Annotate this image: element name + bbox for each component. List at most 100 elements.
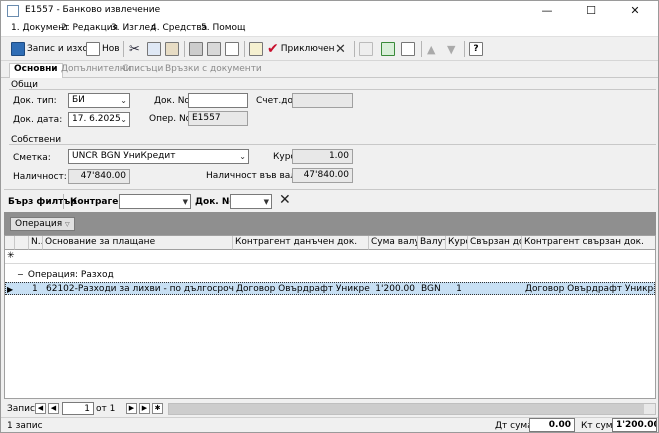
record-label: Запис: bbox=[7, 404, 38, 414]
blank-document-button[interactable] bbox=[401, 40, 415, 58]
refresh-button[interactable] bbox=[381, 40, 395, 58]
toolbar-separator bbox=[354, 41, 355, 57]
cut-button[interactable]: ✂ bbox=[129, 40, 140, 58]
new-row[interactable]: ✳ bbox=[5, 250, 655, 264]
column-header-linked-partner[interactable]: Контрагент свързан док. bbox=[522, 236, 655, 250]
print-button[interactable] bbox=[189, 40, 203, 58]
group-divider bbox=[9, 89, 656, 90]
menu-tools[interactable]: 4. Средства bbox=[151, 23, 207, 33]
help-button[interactable]: ? bbox=[469, 40, 483, 58]
doc-no-filter-select[interactable]: ▼ bbox=[230, 194, 272, 209]
column-header-amount[interactable]: Сума валута bbox=[369, 236, 418, 250]
asterisk-icon: ✱ bbox=[154, 404, 161, 412]
app-icon bbox=[7, 5, 19, 17]
column-header-partner[interactable]: Контрагент данъчен док. bbox=[233, 236, 369, 250]
toolbar-separator bbox=[464, 41, 465, 57]
balance-currency-input[interactable]: 47'840.00 bbox=[292, 168, 353, 183]
move-down-button[interactable]: ▼ bbox=[447, 40, 455, 58]
menu-view[interactable]: 3. Изглед bbox=[111, 23, 156, 33]
row-indicator-header bbox=[5, 236, 15, 250]
cell-basis: 62102-Разходи за лихви - по дългосрочни … bbox=[46, 284, 234, 294]
printer-icon bbox=[189, 42, 203, 56]
clear-filter-button[interactable]: ✕ bbox=[279, 192, 291, 208]
documents-icon bbox=[225, 42, 239, 56]
save-exit-label: Запис и изход bbox=[27, 44, 95, 54]
close-document-button[interactable]: ✔ Приключен bbox=[267, 40, 335, 58]
last-record-button[interactable]: ▶ bbox=[139, 403, 150, 414]
delete-button[interactable]: ✕ bbox=[335, 40, 346, 58]
cell-partner: Договор Овърдрафт Уникредит 01... bbox=[236, 284, 370, 294]
table-row[interactable]: ▶ 1 62102-Разходи за лихви - по дългосро… bbox=[5, 282, 655, 295]
scrollbar-thumb[interactable] bbox=[169, 404, 644, 414]
tab-strip: Основни Допълнителни Списъци Връзки с до… bbox=[1, 62, 658, 78]
doc-date-picker[interactable]: 17. 6.2025 ⌄ bbox=[68, 112, 130, 127]
first-record-button[interactable]: ◀ bbox=[35, 403, 46, 414]
close-document-label: Приключен bbox=[280, 44, 335, 54]
doc-no-input[interactable] bbox=[188, 93, 248, 108]
close-window-button[interactable]: ✕ bbox=[613, 1, 657, 21]
column-header-n bbox=[15, 236, 29, 250]
tab-lists[interactable]: Списъци bbox=[118, 64, 167, 78]
menu-edit[interactable]: 2. Редакция bbox=[61, 23, 118, 33]
horizontal-scrollbar[interactable] bbox=[168, 403, 656, 415]
previous-record-button[interactable]: ◀ bbox=[48, 403, 59, 414]
tab-document-links[interactable]: Връзки с документи bbox=[161, 64, 266, 78]
print-preview-button[interactable] bbox=[207, 40, 221, 58]
triangle-down-icon: ▼ bbox=[263, 198, 269, 206]
move-up-button[interactable]: ▲ bbox=[427, 40, 435, 58]
column-header-number[interactable]: N... bbox=[29, 236, 43, 250]
account-label: Сметка: bbox=[13, 153, 51, 163]
doc-date-value: 17. 6.2025 bbox=[72, 114, 121, 124]
copy-document-button[interactable] bbox=[225, 40, 239, 58]
quick-filter-label: Бърз филтър bbox=[8, 197, 77, 207]
edit-button[interactable] bbox=[249, 40, 263, 58]
menu-help[interactable]: 5. Помощ bbox=[201, 23, 246, 33]
app-window: E1557 - Банково извлечение — ☐ ✕ 1. Доку… bbox=[0, 0, 659, 433]
print-preview-icon bbox=[207, 42, 221, 56]
paste-button[interactable] bbox=[165, 40, 179, 58]
copy-button[interactable] bbox=[147, 40, 161, 58]
maximize-button[interactable]: ☐ bbox=[569, 1, 613, 21]
balance-label: Наличност: bbox=[13, 172, 67, 182]
oper-no-input[interactable]: E1557 bbox=[188, 111, 248, 126]
column-header-basis[interactable]: Основание за плащане bbox=[43, 236, 233, 250]
new-record-button[interactable]: ✱ bbox=[152, 403, 163, 414]
tab-main[interactable]: Основни bbox=[9, 63, 63, 78]
records-count: 1 запис bbox=[7, 421, 43, 431]
refresh-icon bbox=[381, 42, 395, 56]
column-header-rate[interactable]: Курс bbox=[446, 236, 468, 250]
rate-input[interactable]: 1.00 bbox=[292, 149, 353, 164]
chevron-down-icon: ⌄ bbox=[120, 115, 127, 124]
title-bar: E1557 - Банково извлечение — ☐ ✕ bbox=[1, 1, 658, 21]
x-icon: ✕ bbox=[279, 192, 291, 208]
partner-filter-select[interactable]: ▼ bbox=[119, 194, 191, 209]
menu-bar: 1. Документ 2. Редакция 3. Изглед 4. Сре… bbox=[1, 21, 658, 37]
balance-input[interactable]: 47'840.00 bbox=[68, 169, 130, 184]
save-icon bbox=[11, 42, 25, 56]
new-button[interactable]: Нов bbox=[86, 40, 120, 58]
status-bar: 1 запис Дт сума: 0.00 Кт сума: 1'200.00 bbox=[1, 417, 658, 433]
column-header-currency[interactable]: Валута bbox=[418, 236, 446, 250]
save-exit-button[interactable]: Запис и изход bbox=[11, 40, 94, 58]
doc-date-label: Док. дата: bbox=[13, 115, 63, 125]
minimize-button[interactable]: — bbox=[525, 1, 569, 21]
next-record-button[interactable]: ▶ bbox=[126, 403, 137, 414]
arrow-down-icon: ▼ bbox=[447, 42, 456, 56]
blank-document-icon bbox=[401, 42, 415, 56]
doc-type-select[interactable]: БИ ⌄ bbox=[68, 93, 130, 108]
current-row-arrow-icon: ▶ bbox=[7, 285, 14, 294]
column-header-linked-doc[interactable]: Свързан док. bbox=[468, 236, 522, 250]
new-document-icon bbox=[86, 42, 100, 56]
asterisk-icon: ✳ bbox=[7, 251, 15, 261]
cell-currency: BGN bbox=[421, 284, 441, 294]
cell-rate: 1 bbox=[456, 284, 462, 294]
record-number-input[interactable]: 1 bbox=[62, 402, 94, 415]
group-by-chip-label: Операция bbox=[15, 219, 63, 229]
triangle-down-icon: ▼ bbox=[182, 198, 188, 206]
toolbar-separator bbox=[184, 41, 185, 57]
group-by-chip[interactable]: Операция ▽ bbox=[10, 217, 75, 231]
group-row[interactable]: − Операция: Разход bbox=[15, 268, 655, 282]
grid-tool-button[interactable] bbox=[359, 40, 373, 58]
account-select[interactable]: UNCR BGN УниКредит ⌄ bbox=[68, 149, 249, 164]
account-doc-input[interactable] bbox=[292, 93, 353, 108]
